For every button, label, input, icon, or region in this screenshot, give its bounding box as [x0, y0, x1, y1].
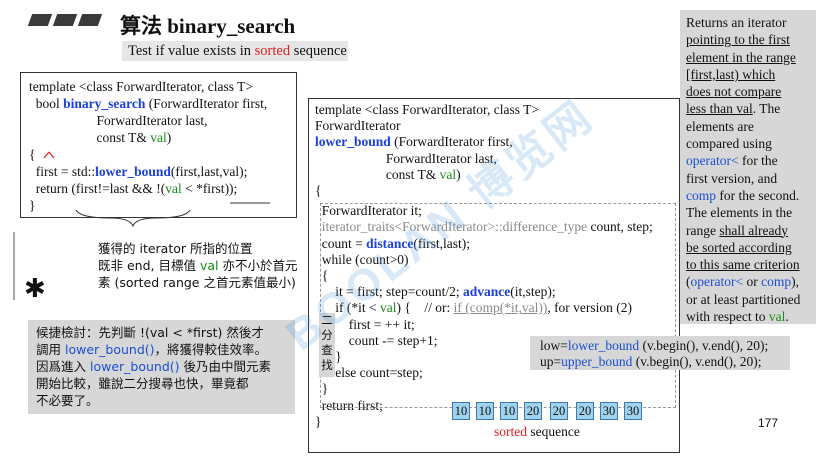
- note-text: 既非 end, 目標值: [98, 258, 200, 273]
- desc-line: less than val. The: [686, 100, 810, 117]
- desc-line: range shall already: [686, 222, 810, 239]
- fn-lower-bound: lower_bound(): [64, 342, 155, 357]
- sorted-sequence-label: sorted sequence: [494, 424, 580, 440]
- desc-text: . The: [752, 101, 781, 117]
- sorted-em: sorted: [494, 424, 527, 439]
- code-text: (v.begin(), v.end(), 20);: [639, 338, 769, 353]
- note1-line: 素 (sorted range 之首元素值最小): [98, 275, 296, 290]
- desc-text: .: [785, 309, 789, 325]
- stick-figure-icon: ✱: [24, 274, 46, 303]
- iterator-note: 獲得的 iterator 所指的位置 既非 end, 目標值 val 亦不小於首元…: [98, 240, 297, 291]
- desc-line: compared using: [686, 136, 772, 152]
- desc-text: or: [743, 274, 762, 290]
- array-cell: 10: [500, 402, 518, 420]
- desc-line: The elements in the: [686, 205, 793, 221]
- desc-text: shall already: [719, 222, 788, 238]
- red-check-mark: [43, 151, 55, 159]
- note-text: ，將獲得較佳效率。: [154, 342, 268, 357]
- note-text: 亦不小於首元: [218, 258, 298, 273]
- underline-brace: [75, 209, 191, 228]
- desc-line: comp for the second.: [686, 187, 810, 204]
- desc-line: element in the range: [686, 49, 796, 65]
- desc-line: elements are: [686, 118, 754, 134]
- desc-text: with respect to: [686, 309, 769, 325]
- val-keyword: val: [736, 101, 753, 117]
- note-text: 後乃由中間元素: [179, 359, 272, 374]
- array-cell: 20: [576, 402, 594, 420]
- desc-line: does not compare: [686, 84, 782, 100]
- note-text: 因爲進入: [36, 359, 90, 374]
- val-keyword: val: [199, 258, 219, 273]
- array-cell: 30: [624, 402, 642, 420]
- array-cell: 30: [600, 402, 618, 420]
- array-cell: 20: [550, 402, 568, 420]
- note2-line: 開始比較，雖說二分搜尋也快，畢竟都: [36, 376, 249, 391]
- array-cell: 10: [476, 402, 494, 420]
- fn-lower-bound: lower_bound: [315, 134, 391, 150]
- fn-comp: comp: [686, 187, 716, 203]
- label-char: 找: [321, 358, 333, 372]
- fn-lower-bound: lower_bound: [567, 338, 640, 353]
- note-text: 調用: [36, 342, 65, 357]
- page-number: 177: [758, 416, 779, 430]
- desc-text: for the: [738, 153, 778, 169]
- note2-line: 候捷檢討：先判斷 !(val < *first) 然後才: [36, 325, 264, 340]
- desc-line: pointing to the first: [686, 32, 790, 48]
- desc-line: or at least partitioned: [686, 291, 801, 307]
- note2-line: 調用 lower_bound()，將獲得較佳效率。: [36, 341, 287, 358]
- fn-upper-bound: upper_bound: [561, 353, 633, 369]
- desc-text: ),: [791, 274, 799, 290]
- review-note-box: 候捷檢討：先判斷 !(val < *first) 然後才 調用 lower_bo…: [28, 320, 295, 414]
- note2-line: 不必要了。: [36, 393, 99, 408]
- array-cell: 10: [452, 402, 470, 420]
- fn-operator-less: operator<: [690, 274, 744, 290]
- array-cell: 20: [524, 402, 542, 420]
- val-keyword: val: [768, 309, 786, 325]
- call-line-up: up=upper_bound (v.begin(), v.end(), 20);: [540, 354, 780, 370]
- bound-calls-box: low=lower_bound (v.begin(), v.end(), 20)…: [530, 336, 790, 370]
- desc-line: Returns an iterator: [686, 15, 787, 30]
- code-text: (v.begin(), v.end(), 20);: [632, 353, 762, 369]
- desc-line: operator< for the: [686, 152, 810, 169]
- code2-line: template <class ForwardIterator, class T…: [315, 102, 539, 117]
- desc-text: range: [686, 222, 720, 238]
- note1-line: 獲得的 iterator 所指的位置: [98, 241, 253, 256]
- code-text: const T&: [315, 166, 440, 182]
- desc-line: to this same criterion: [686, 257, 800, 273]
- code-text: up=: [540, 353, 562, 369]
- note1-line: 既非 end, 目標值 val 亦不小於首元: [98, 257, 297, 274]
- desc-line: first version, and: [686, 170, 778, 186]
- desc-line: (operator< or comp),: [686, 273, 810, 290]
- code-text: low=: [540, 338, 568, 353]
- desc-text: for the second.: [716, 187, 800, 203]
- code2-line: ForwardIterator: [315, 118, 401, 134]
- fn-lower-bound: lower_bound(): [89, 359, 180, 374]
- desc-line: with respect to val.: [686, 308, 810, 325]
- fn-operator-less: operator<: [686, 153, 739, 169]
- description-box: Returns an iterator pointing to the firs…: [680, 10, 816, 324]
- sorted-post: sequence: [527, 424, 580, 439]
- desc-line: [first,last) which: [686, 66, 776, 82]
- desc-text: less than: [686, 101, 737, 117]
- fn-comp: comp: [761, 274, 792, 290]
- call-line-low: low=lower_bound (v.begin(), v.end(), 20)…: [540, 338, 780, 354]
- desc-line: be sorted according: [686, 239, 792, 255]
- note2-line: 因爲進入 lower_bound() 後乃由中間元素: [36, 358, 287, 375]
